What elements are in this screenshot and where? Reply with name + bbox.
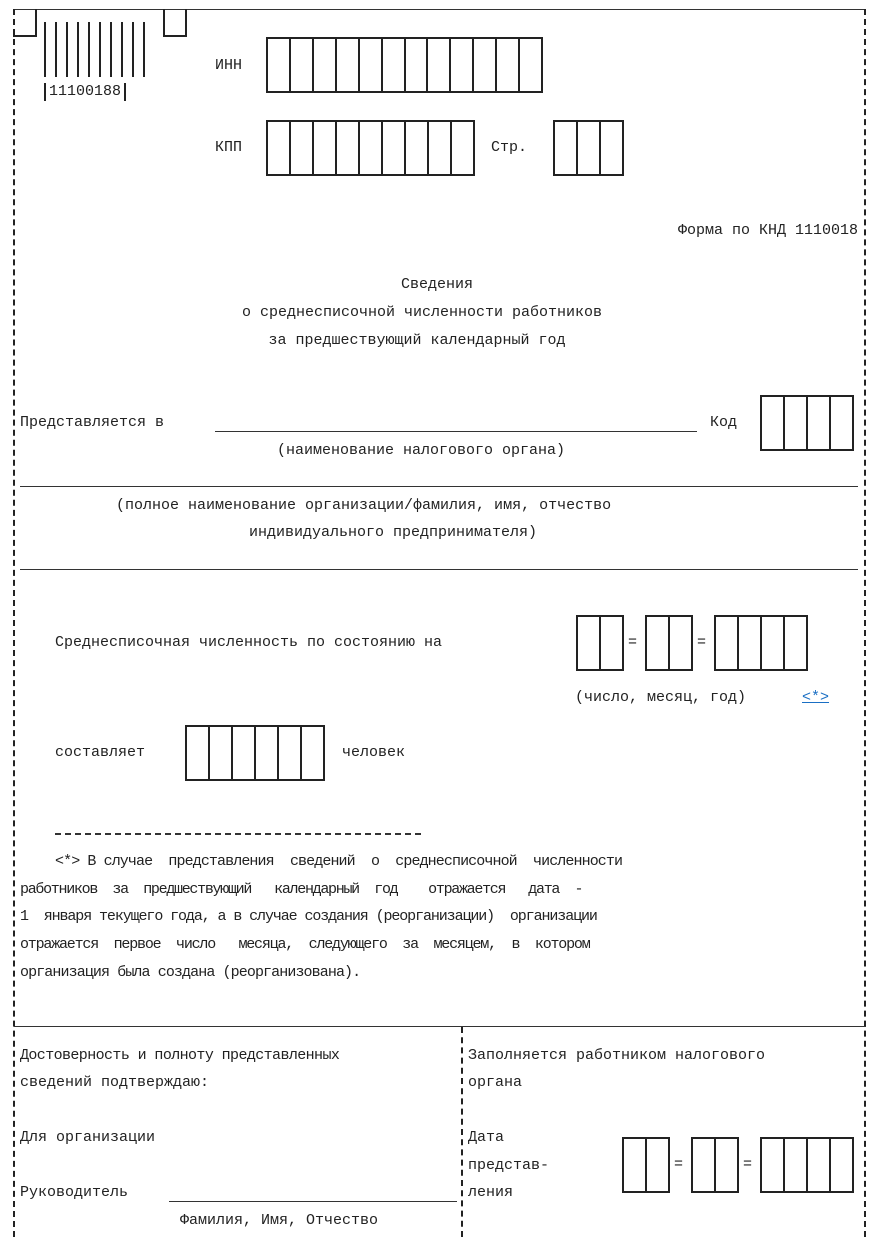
footnote-line2: работников за предшествующий календарный… <box>20 881 584 898</box>
footnote-separator <box>55 833 421 835</box>
footnote-line3: 1 января текущего года, а в случае созда… <box>20 908 598 925</box>
form-code: Форма по КНД 1110018 <box>677 222 858 239</box>
barcode-number: 11100188 <box>44 83 127 101</box>
footnote-link[interactable]: <*> <box>802 689 829 707</box>
kpp-input[interactable] <box>266 120 475 176</box>
barcode <box>44 22 154 77</box>
frame-left-border <box>13 9 15 1237</box>
filled-by-line2: органа <box>468 1074 523 1091</box>
date-separator: = <box>743 1156 753 1173</box>
date-separator: = <box>628 634 638 651</box>
org-name-hint-line1: (полное наименование организации/фамилия… <box>116 497 612 514</box>
tax-authority-code-input[interactable] <box>760 395 854 451</box>
code-label: Код <box>710 414 738 431</box>
corner-marker-right <box>163 9 187 37</box>
footnote-line4: отражается первое число месяца, следующе… <box>20 936 591 953</box>
title-line2: о среднесписочной численности работников <box>241 304 603 321</box>
date-separator: = <box>674 1156 684 1173</box>
date-hint: (число, месяц, год) <box>575 689 747 706</box>
page-label: Стр. <box>491 139 528 156</box>
amounts-to-label: составляет <box>55 744 146 761</box>
confirm-line1: Достоверность и полноту представленных <box>20 1047 340 1064</box>
headcount-input[interactable] <box>185 725 325 781</box>
head-signature-input[interactable] <box>169 1201 457 1202</box>
submission-date-label-line1: Дата <box>468 1129 505 1146</box>
people-label: человек <box>342 744 406 761</box>
footer-divider <box>14 1026 866 1027</box>
confirm-line2: сведений подтверждаю: <box>20 1074 210 1091</box>
inn-label: ИНН <box>215 57 243 74</box>
submission-date-label-line2: представ- <box>468 1157 550 1174</box>
as-of-month-input[interactable] <box>645 615 693 671</box>
as-of-year-input[interactable] <box>714 615 808 671</box>
footnote-line1: <*> В случае представления сведений о ср… <box>55 853 623 870</box>
org-name-hint-line2: индивидуального предпринимателя) <box>249 524 538 541</box>
organization-name-input-line2[interactable] <box>20 569 858 570</box>
frame-right-border <box>864 9 866 1237</box>
tax-authority-input[interactable] <box>215 431 697 432</box>
inn-input[interactable] <box>266 37 543 93</box>
submission-date-label-line3: ления <box>468 1184 514 1201</box>
tax-authority-hint: (наименование налогового органа) <box>277 442 566 459</box>
organization-name-input[interactable] <box>20 486 858 487</box>
submitted-to-label: Представляется в <box>20 414 165 431</box>
frame-top-border <box>14 9 866 10</box>
submission-year-input[interactable] <box>760 1137 854 1193</box>
footnote-line5: организация была создана (реорганизована… <box>20 964 361 981</box>
title-line1: Сведения <box>400 276 473 293</box>
as-of-label: Среднесписочная численность по состоянию… <box>55 634 443 651</box>
title-line3: за предшествующий календарный год <box>268 332 566 349</box>
full-name-hint: Фамилия, Имя, Отчество <box>180 1212 379 1229</box>
page-number-input[interactable] <box>553 120 624 176</box>
as-of-day-input[interactable] <box>576 615 624 671</box>
for-organization-label: Для организации <box>20 1129 156 1146</box>
kpp-label: КПП <box>215 139 243 156</box>
footer-column-divider <box>461 1027 463 1237</box>
submission-day-input[interactable] <box>622 1137 670 1193</box>
head-label: Руководитель <box>20 1184 129 1201</box>
date-separator: = <box>697 634 707 651</box>
submission-month-input[interactable] <box>691 1137 739 1193</box>
filled-by-line1: Заполняется работником налогового <box>468 1047 766 1064</box>
corner-marker-left <box>13 9 37 37</box>
